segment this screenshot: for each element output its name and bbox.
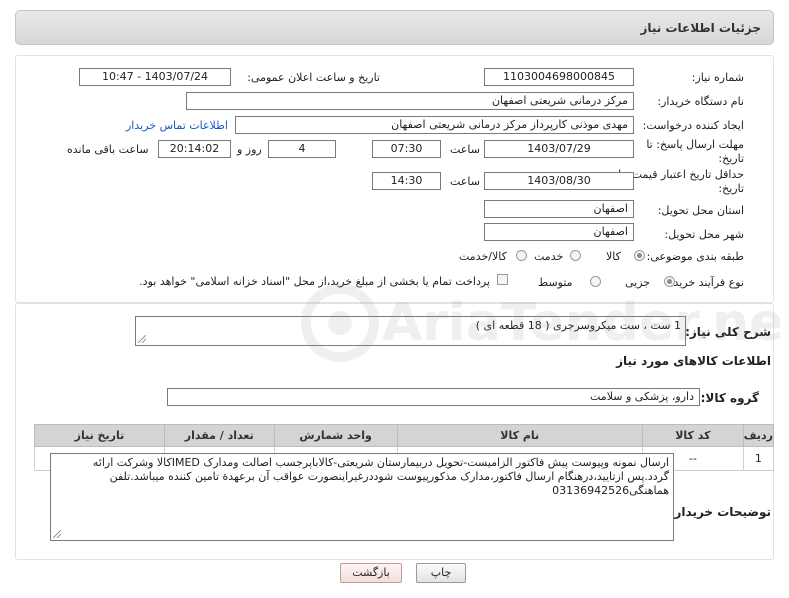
price-validity-time-label: ساعت	[450, 175, 480, 188]
goods-group-label: گروه کالا:	[700, 391, 759, 405]
buyer-notes-label: توضیحات خریدار:	[669, 505, 771, 519]
summary-label: شرح کلی نیاز:	[685, 325, 771, 339]
need-number-label: شماره نیاز:	[691, 71, 744, 84]
cell-row-number: 1	[742, 446, 775, 471]
page-header-panel: جزئیات اطلاعات نیاز	[15, 10, 774, 45]
buyer-notes-text: ارسال نمونه وپیوست پیش فاکتور الزامیست-ت…	[92, 456, 669, 497]
need-number-field: 1103004698000845	[484, 68, 634, 86]
buyer-contact-link[interactable]: اطلاعات تماس خریدار	[126, 119, 228, 132]
city-label: شهر محل تحویل:	[664, 228, 744, 241]
table-header-row: ردیف کد کالا نام کالا واحد شمارش تعداد /…	[34, 424, 775, 447]
category-radio-service[interactable]	[570, 250, 581, 261]
resize-handle-icon[interactable]	[138, 335, 146, 343]
response-deadline-time-field: 07:30	[372, 140, 441, 158]
category-option-goods: کالا	[606, 250, 621, 263]
category-radio-goods[interactable]	[634, 250, 645, 261]
col-header-goods-code: کد کالا	[641, 424, 744, 447]
col-header-unit: واحد شمارش	[273, 424, 398, 447]
remaining-days-field: 4	[268, 140, 336, 158]
price-validity-time-field: 14:30	[372, 172, 441, 190]
page-title: جزئیات اطلاعات نیاز	[640, 21, 761, 35]
goods-section-title: اطلاعات کالاهای مورد نیاز	[616, 354, 771, 368]
price-validity-label-date: تاریخ:	[718, 182, 744, 195]
remaining-time-label: ساعت باقی مانده	[67, 143, 149, 156]
process-radio-minor[interactable]	[664, 276, 675, 287]
col-header-need-date: تاریخ نیاز	[34, 424, 165, 447]
process-option-medium: متوسط	[538, 276, 573, 289]
province-label: استان محل تحویل:	[657, 204, 744, 217]
requester-field: مهدی موذنی کارپرداز مرکز درمانی شریعتی ا…	[235, 116, 634, 134]
response-deadline-date-field: 1403/07/29	[484, 140, 634, 158]
treasury-note: پرداخت تمام یا بخشی از مبلغ خرید،از محل …	[139, 275, 490, 288]
print-button[interactable]: چاپ	[416, 563, 466, 583]
treasury-checkbox[interactable]	[497, 274, 508, 285]
col-header-goods-name: نام کالا	[396, 424, 643, 447]
announce-datetime-field: 1403/07/24 - 10:47	[79, 68, 231, 86]
remaining-days-label: روز و	[237, 143, 262, 156]
price-validity-date-field: 1403/08/30	[484, 172, 634, 190]
col-header-row-number: ردیف	[742, 424, 775, 447]
process-type-label: نوع فرآیند خرید :	[666, 276, 744, 289]
back-button[interactable]: بازگشت	[340, 563, 402, 583]
col-header-quantity: تعداد / مقدار	[163, 424, 275, 447]
resize-handle-icon[interactable]	[53, 530, 61, 538]
buyer-org-field: مرکز درمانی شریعتی اصفهان	[186, 92, 634, 110]
summary-field: 1 ست ، ست میکروسرجری ( 18 قطعه ای )	[135, 316, 686, 346]
category-option-goods-service: کالا/خدمت	[459, 250, 507, 263]
response-deadline-label: مهلت ارسال پاسخ: تا	[646, 138, 744, 151]
price-validity-label: حداقل تاریخ اعتبار قیمت: تا	[618, 168, 744, 181]
category-radio-goods-service[interactable]	[516, 250, 527, 261]
buyer-notes-field: ارسال نمونه وپیوست پیش فاکتور الزامیست-ت…	[50, 453, 674, 541]
process-option-minor: جزیی	[625, 276, 651, 289]
goods-group-field: دارو، پزشکی و سلامت	[167, 388, 700, 406]
process-radio-medium[interactable]	[590, 276, 601, 287]
remaining-time-field: 20:14:02	[158, 140, 231, 158]
response-deadline-time-label: ساعت	[450, 143, 480, 156]
province-field: اصفهان	[484, 200, 634, 218]
response-deadline-label-date: تاریخ:	[718, 152, 744, 165]
announce-datetime-label: تاریخ و ساعت اعلان عمومی:	[247, 71, 380, 84]
category-label: طبقه بندی موضوعی:	[646, 250, 744, 263]
requester-label: ایجاد کننده درخواست:	[642, 119, 744, 132]
buyer-org-label: نام دستگاه خریدار:	[657, 95, 744, 108]
category-option-service: خدمت	[534, 250, 564, 263]
city-field: اصفهان	[484, 223, 634, 241]
summary-text: 1 ست ، ست میکروسرجری ( 18 قطعه ای )	[475, 319, 681, 332]
